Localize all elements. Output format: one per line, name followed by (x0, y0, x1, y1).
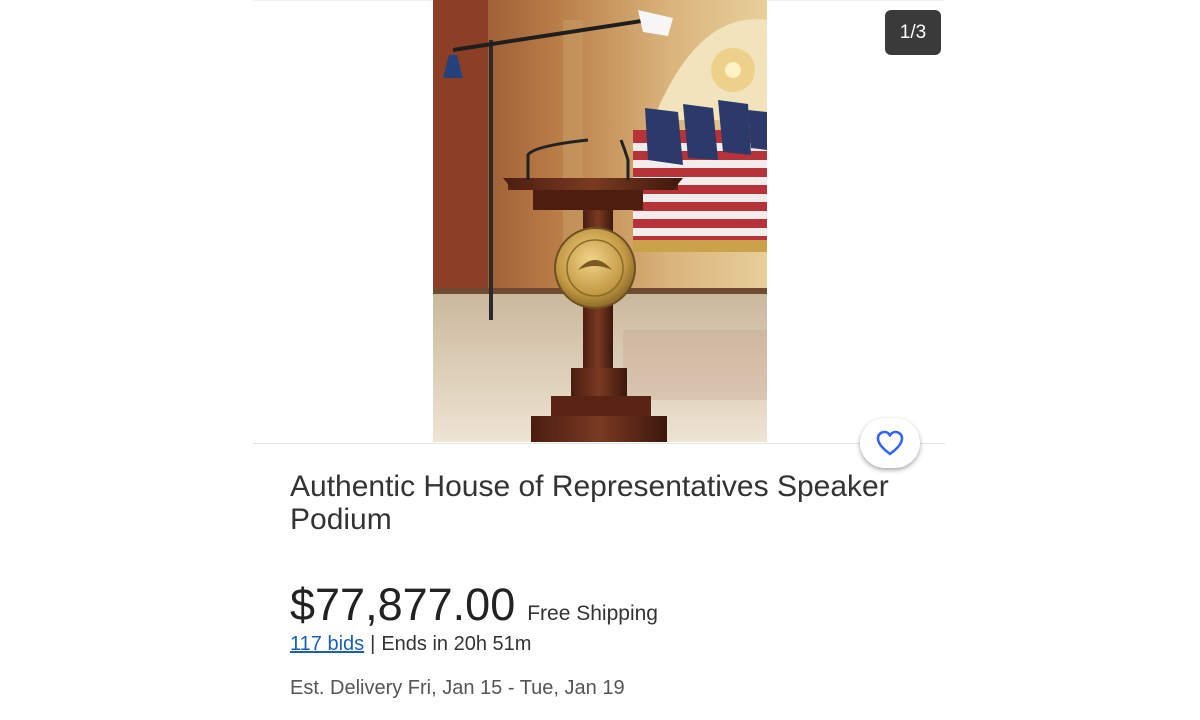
listing-page: 1/3 Authentic House of Representatives S… (0, 0, 1200, 720)
watch-button[interactable] (860, 418, 920, 468)
shipping-info: Free Shipping (527, 602, 658, 625)
bids-row: 117 bids | Ends in 20h 51m (290, 633, 531, 656)
image-divider (253, 443, 945, 444)
image-counter-badge: 1/3 (885, 10, 941, 55)
podium-photo-illustration (433, 0, 767, 442)
time-remaining: Ends in 20h 51m (381, 633, 532, 655)
heart-icon (876, 430, 904, 456)
listing-photo[interactable] (433, 0, 767, 442)
listing-title: Authentic House of Representatives Speak… (290, 470, 889, 536)
bids-separator: | (370, 633, 376, 655)
price-value: $77,877.00 (290, 579, 516, 630)
bids-link[interactable]: 117 bids (290, 633, 364, 656)
price-row: $77,877.00 Free Shipping (290, 580, 658, 630)
image-counter-text: 1/3 (899, 21, 927, 43)
estimated-delivery: Est. Delivery Fri, Jan 15 - Tue, Jan 19 (290, 677, 625, 699)
